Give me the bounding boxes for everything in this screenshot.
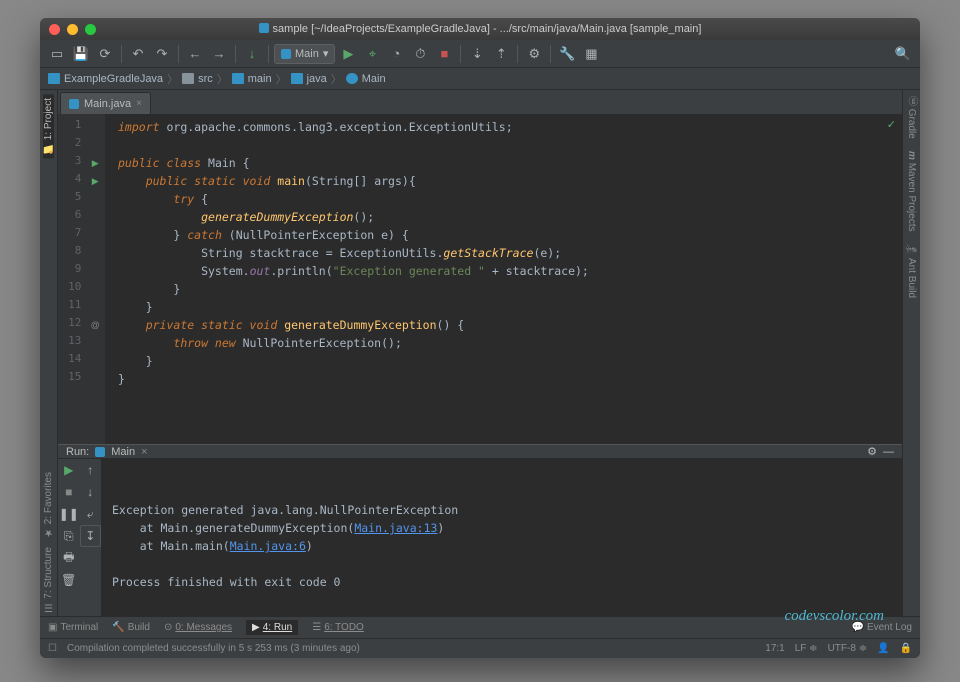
status-message: Compilation completed successfully in 5 …: [67, 643, 360, 654]
minimize-panel-icon[interactable]: —: [883, 446, 894, 458]
watermark: codevscolor.com: [784, 607, 884, 625]
left-tool-strip: 📁1: Project ★ 2: Favorites ☰ 7: Structur…: [40, 90, 58, 616]
undo-icon[interactable]: ↶: [127, 43, 149, 65]
right-tool-strip: ⓖ Gradle m Maven Projects 🐜 Ant Build: [902, 90, 920, 616]
coverage-icon[interactable]: ◔: [385, 43, 407, 65]
line-separator[interactable]: LF ≑: [795, 643, 818, 654]
up-stack-icon[interactable]: ↑: [80, 459, 102, 481]
redo-icon[interactable]: ↷: [151, 43, 173, 65]
run-panel-title: Run:: [66, 446, 89, 458]
refresh-icon[interactable]: ⟳: [94, 43, 116, 65]
dump-icon[interactable]: ⎘: [58, 525, 80, 547]
breadcrumb-item[interactable]: Main: [362, 73, 386, 85]
breadcrumb-item[interactable]: ExampleGradleJava: [64, 73, 163, 85]
tab-terminal[interactable]: ▣ Terminal: [48, 622, 98, 633]
editor-tabs: Main.java ×: [58, 90, 902, 114]
run-config-icon: [281, 49, 291, 59]
file-encoding[interactable]: UTF-8 ≑: [828, 643, 868, 654]
pause-icon[interactable]: ❚❚: [58, 503, 80, 525]
main-toolbar: ▭ 💾 ⟳ ↶ ↷ ← → ↓ Main ▾ ▶ ⌖ ◔ ⏱ ■ ⇣ ⇡ ⚙ 🔧…: [40, 40, 920, 68]
soft-wrap-icon[interactable]: ⤶: [80, 503, 102, 525]
class-icon: [346, 73, 358, 84]
print-icon[interactable]: 🖶: [58, 547, 80, 569]
stacktrace-link[interactable]: Main.java:6: [230, 539, 306, 553]
window-title: sample [~/IdeaProjects/ExampleGradleJava…: [40, 23, 920, 35]
scroll-to-end-icon[interactable]: ↧: [80, 525, 102, 547]
folder-icon: [232, 73, 244, 84]
save-icon[interactable]: 💾: [70, 43, 92, 65]
vcs-update-icon[interactable]: ⇣: [466, 43, 488, 65]
run-config-icon: [95, 447, 105, 457]
project-structure-icon[interactable]: ⚙: [523, 43, 545, 65]
debug-icon[interactable]: ⌖: [361, 43, 383, 65]
code-editor[interactable]: 123456789101112131415 ▶▶@ import org.apa…: [58, 114, 902, 444]
tab-label: Main.java: [84, 98, 131, 110]
breadcrumb-item[interactable]: main: [248, 73, 272, 85]
tool-maven[interactable]: m Maven Projects: [906, 145, 917, 238]
build-icon[interactable]: ↓: [241, 43, 263, 65]
inspection-indicator-icon[interactable]: ✓: [887, 118, 896, 131]
tool-gradle[interactable]: ⓖ Gradle: [904, 90, 919, 145]
tool-favorites[interactable]: ★ 2: Favorites: [43, 468, 54, 542]
run-panel: Run: Main × ⚙ — ▶ ↑ ■ ↓ ❚❚ ⤶: [58, 444, 902, 616]
tool-ant[interactable]: 🐜 Ant Build: [906, 237, 917, 304]
run-toolbar: ▶ ↑ ■ ↓ ❚❚ ⤶ ⎘ ↧ 🖶 🗑: [58, 459, 102, 633]
down-stack-icon[interactable]: ↓: [80, 481, 102, 503]
back-icon[interactable]: ←: [184, 43, 206, 65]
run-icon[interactable]: ▶: [337, 43, 359, 65]
editor-tab[interactable]: Main.java ×: [60, 92, 151, 114]
folder-icon: [291, 73, 303, 84]
rerun-icon[interactable]: ▶: [58, 459, 80, 481]
forward-icon[interactable]: →: [208, 43, 230, 65]
hector-icon[interactable]: 👤: [877, 643, 889, 654]
run-config-label: Main: [295, 48, 319, 60]
search-icon[interactable]: 🔍: [892, 43, 914, 65]
run-tab-label[interactable]: Main: [111, 446, 135, 458]
stacktrace-link[interactable]: Main.java:13: [354, 521, 437, 535]
stop-icon[interactable]: ■: [58, 481, 80, 503]
breadcrumb-item[interactable]: java: [307, 73, 327, 85]
lock-icon[interactable]: 🔒: [900, 643, 912, 654]
status-icon[interactable]: ☐: [48, 643, 57, 654]
gear-icon[interactable]: ⚙: [867, 445, 877, 458]
run-config-selector[interactable]: Main ▾: [274, 44, 335, 64]
breadcrumb: ExampleGradleJava 〉 src 〉 main 〉 java 〉 …: [40, 68, 920, 90]
trash-icon[interactable]: 🗑: [58, 569, 80, 591]
titlebar: sample [~/IdeaProjects/ExampleGradleJava…: [40, 18, 920, 40]
folder-icon: [182, 73, 194, 84]
sdk-icon[interactable]: ▦: [580, 43, 602, 65]
close-run-tab-icon[interactable]: ×: [141, 446, 147, 458]
caret-position[interactable]: 17:1: [765, 643, 784, 654]
wrench-icon[interactable]: 🔧: [556, 43, 578, 65]
run-output[interactable]: Exception generated java.lang.NullPointe…: [102, 459, 902, 633]
project-icon: [48, 73, 60, 84]
tool-project[interactable]: 📁1: Project: [43, 94, 54, 158]
close-tab-icon[interactable]: ×: [136, 98, 142, 109]
breadcrumb-item[interactable]: src: [198, 73, 213, 85]
tool-structure[interactable]: ☰ 7: Structure: [43, 543, 54, 616]
java-file-icon: [69, 99, 79, 109]
chevron-down-icon: ▾: [323, 47, 329, 60]
ide-window: sample [~/IdeaProjects/ExampleGradleJava…: [40, 18, 920, 658]
stop-icon[interactable]: ■: [433, 43, 455, 65]
vcs-commit-icon[interactable]: ⇡: [490, 43, 512, 65]
profile-icon[interactable]: ⏱: [409, 43, 431, 65]
open-file-icon[interactable]: ▭: [46, 43, 68, 65]
status-bar: ☐ Compilation completed successfully in …: [40, 638, 920, 658]
